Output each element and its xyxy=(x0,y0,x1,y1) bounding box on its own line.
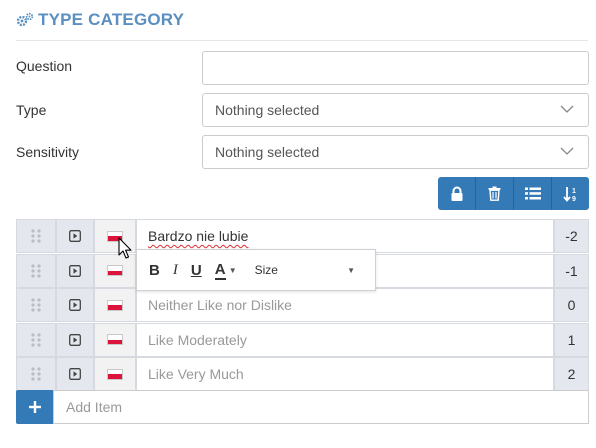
add-item-row: Add Item xyxy=(16,390,589,424)
svg-text:1: 1 xyxy=(572,188,576,195)
list-item: Neither Like nor Dislike 0 xyxy=(16,288,589,322)
poland-flag-icon xyxy=(107,368,123,380)
drag-handle-icon xyxy=(31,332,41,347)
item-value: -2 xyxy=(554,219,589,253)
plus-icon xyxy=(28,401,41,413)
item-text-input[interactable]: Bardzo nie lubie xyxy=(136,219,554,253)
caret-square-right-icon xyxy=(69,230,81,242)
drag-handle-icon xyxy=(31,298,41,312)
caret-square-right-icon xyxy=(69,368,81,380)
item-value: 0 xyxy=(554,288,589,322)
drag-handle-icon xyxy=(31,229,41,243)
question-label: Question xyxy=(16,58,73,74)
list-icon xyxy=(524,187,541,200)
font-color-button[interactable]: A ▼ xyxy=(214,260,237,280)
caret-down-icon: ▼ xyxy=(228,265,237,275)
caret-square-right-icon xyxy=(69,333,81,346)
text-format-toolbar: B I U A ▼ Size ▼ xyxy=(136,249,376,291)
section-header: TYPE CATEGORY xyxy=(16,8,184,32)
expand-button[interactable] xyxy=(56,219,94,253)
drag-handle[interactable] xyxy=(16,288,56,322)
underline-button[interactable]: U xyxy=(191,262,202,279)
caret-square-right-icon xyxy=(69,299,81,311)
poland-flag-icon xyxy=(107,265,123,276)
item-text-input[interactable]: Neither Like nor Dislike xyxy=(136,288,554,322)
expand-button[interactable] xyxy=(56,288,94,322)
caret-down-icon: ▼ xyxy=(347,265,355,275)
drag-handle[interactable] xyxy=(16,322,56,357)
sensitivity-select[interactable]: Nothing selected xyxy=(202,135,589,169)
item-list: Bardzo nie lubie -2 -1 Neither Like nor … xyxy=(16,219,589,392)
language-flag-button[interactable] xyxy=(94,322,136,357)
item-value: 1 xyxy=(554,322,589,357)
drag-handle[interactable] xyxy=(16,219,56,253)
sensitivity-label: Sensitivity xyxy=(16,144,80,160)
type-select-value: Nothing selected xyxy=(215,102,320,118)
item-value: 2 xyxy=(554,357,589,391)
list-item: Like Moderately 1 xyxy=(16,322,589,357)
header-divider xyxy=(16,40,588,41)
svg-text:9: 9 xyxy=(572,196,576,202)
drag-handle[interactable] xyxy=(16,357,56,391)
expand-button[interactable] xyxy=(56,357,94,391)
item-toolbar: 1 9 xyxy=(438,177,589,210)
chevron-down-icon xyxy=(560,105,574,113)
item-value: -1 xyxy=(554,253,589,288)
mouse-pointer-icon xyxy=(118,237,132,259)
gears-icon xyxy=(16,12,34,27)
language-flag-button[interactable] xyxy=(94,288,136,322)
item-text: Bardzo nie lubie xyxy=(148,228,249,244)
font-color-letter: A xyxy=(214,260,226,278)
chevron-down-icon xyxy=(560,147,574,155)
italic-button[interactable]: I xyxy=(173,262,178,279)
item-text-input[interactable]: Like Very Much xyxy=(136,357,554,391)
trash-icon xyxy=(488,186,501,201)
drag-handle-icon xyxy=(31,367,41,381)
caret-square-right-icon xyxy=(69,264,81,277)
list-item: Bardzo nie lubie -2 xyxy=(16,219,589,253)
bold-button[interactable]: B xyxy=(149,262,160,279)
font-color-swatch xyxy=(214,277,226,280)
expand-button[interactable] xyxy=(56,253,94,288)
type-label: Type xyxy=(16,102,47,118)
section-title: TYPE CATEGORY xyxy=(38,10,185,29)
question-input[interactable] xyxy=(202,51,589,85)
lock-button[interactable] xyxy=(438,177,476,210)
drag-handle-icon xyxy=(31,263,41,278)
item-text-input[interactable]: Like Moderately xyxy=(136,322,554,357)
add-item-input[interactable]: Add Item xyxy=(53,390,589,424)
font-size-select[interactable]: Size xyxy=(255,263,278,277)
poland-flag-icon xyxy=(107,334,123,345)
language-flag-button[interactable] xyxy=(94,357,136,391)
add-item-button[interactable] xyxy=(16,390,53,424)
expand-button[interactable] xyxy=(56,322,94,357)
drag-handle[interactable] xyxy=(16,253,56,288)
sensitivity-select-value: Nothing selected xyxy=(215,144,320,160)
type-select[interactable]: Nothing selected xyxy=(202,93,589,127)
sort-icon: 1 9 xyxy=(562,186,576,202)
sort-button[interactable]: 1 9 xyxy=(552,177,589,210)
list-item: Like Very Much 2 xyxy=(16,357,589,391)
delete-button[interactable] xyxy=(476,177,514,210)
lock-icon xyxy=(451,186,462,201)
poland-flag-icon xyxy=(107,299,123,311)
list-button[interactable] xyxy=(514,177,552,210)
